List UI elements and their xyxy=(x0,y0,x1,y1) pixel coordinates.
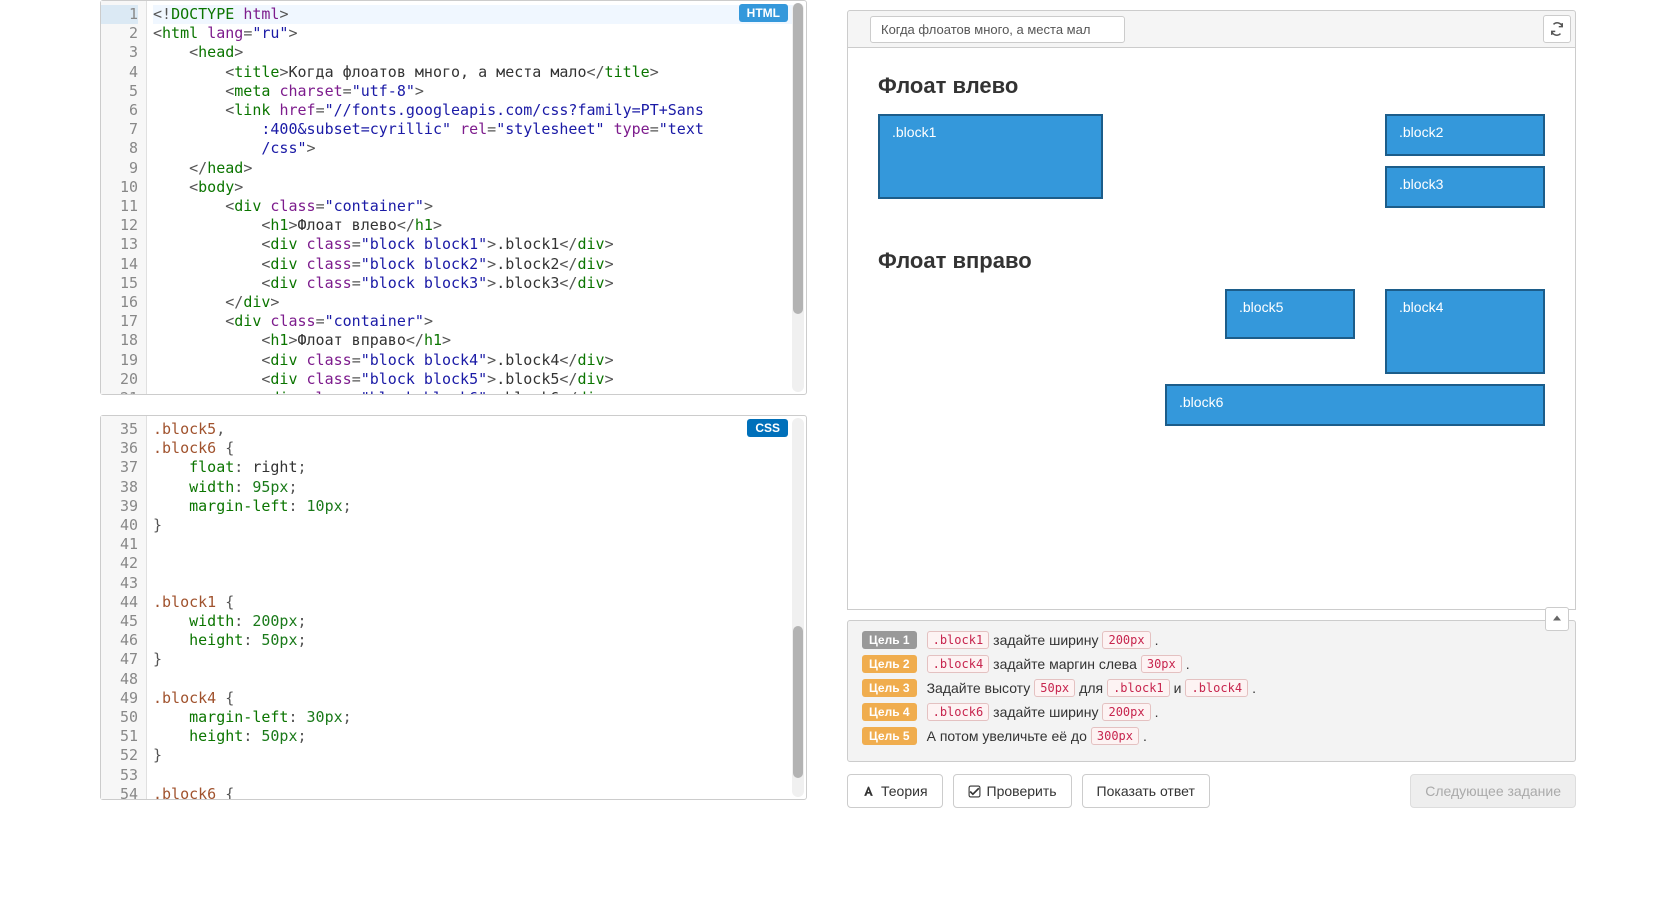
theory-label: Теория xyxy=(881,783,928,799)
code-chip: .block6 xyxy=(927,703,990,721)
preview-block5: .block5 xyxy=(1225,289,1355,339)
next-label: Следующее задание xyxy=(1425,783,1561,799)
css-code[interactable]: .block5,.block6 { float: right; width: 9… xyxy=(147,416,806,799)
goal-row: Цель 5А потом увеличьте её до 300px . xyxy=(862,727,1561,745)
preview-area: Флоат влево .block1 .block2 .block3 Флоа… xyxy=(847,48,1576,610)
refresh-icon xyxy=(1550,22,1564,36)
code-chip: 50px xyxy=(1034,679,1075,697)
theory-button[interactable]: Теория xyxy=(847,774,943,808)
check-icon xyxy=(968,785,981,798)
code-chip: .block1 xyxy=(927,631,990,649)
code-chip: 200px xyxy=(1102,703,1150,721)
preview-block2: .block2 xyxy=(1385,114,1545,156)
url-input[interactable] xyxy=(870,16,1125,43)
check-label: Проверить xyxy=(987,783,1057,799)
html-scrollbar[interactable] xyxy=(792,3,804,392)
font-icon xyxy=(862,785,875,798)
code-chip: 30px xyxy=(1141,655,1182,673)
action-bar: Теория Проверить Показать ответ Следующе… xyxy=(847,774,1576,808)
goal-row: Цель 2.block4 задайте маргин слева 30px … xyxy=(862,655,1561,673)
css-badge: CSS xyxy=(747,419,788,437)
code-chip: .block4 xyxy=(927,655,990,673)
show-answer-button[interactable]: Показать ответ xyxy=(1082,774,1210,808)
show-label: Показать ответ xyxy=(1097,783,1195,799)
preview-block4: .block4 xyxy=(1385,289,1545,374)
goal-badge: Цель 5 xyxy=(862,727,917,745)
code-chip: 200px xyxy=(1102,631,1150,649)
next-task-button[interactable]: Следующее задание xyxy=(1410,774,1576,808)
goal-badge: Цель 2 xyxy=(862,655,917,673)
goal-row: Цель 3Задайте высоту 50px для .block1 и … xyxy=(862,679,1561,697)
html-badge: HTML xyxy=(739,4,788,22)
css-gutter: 3536373839404142434445464748495051525354… xyxy=(101,416,147,799)
check-button[interactable]: Проверить xyxy=(953,774,1072,808)
goals-panel: Цель 1.block1 задайте ширину 200px .Цель… xyxy=(847,620,1576,762)
preview-block3: .block3 xyxy=(1385,166,1545,208)
code-chip: .block4 xyxy=(1185,679,1248,697)
goal-badge: Цель 3 xyxy=(862,679,917,697)
chevron-up-icon xyxy=(1551,613,1563,625)
browser-bar xyxy=(847,10,1576,48)
preview-h1-right: Флоат вправо xyxy=(878,248,1545,274)
html-editor[interactable]: HTML 12345678910111213141516171819202122… xyxy=(100,0,807,395)
css-editor[interactable]: CSS 353637383940414243444546474849505152… xyxy=(100,415,807,800)
code-chip: 300px xyxy=(1091,727,1139,745)
html-gutter: 12345678910111213141516171819202122 xyxy=(101,1,147,394)
css-scrollbar[interactable] xyxy=(792,418,804,797)
collapse-goals-button[interactable] xyxy=(1545,607,1569,631)
preview-block1: .block1 xyxy=(878,114,1103,199)
goal-badge: Цель 1 xyxy=(862,631,917,649)
code-chip: .block1 xyxy=(1107,679,1170,697)
preview-h1-left: Флоат влево xyxy=(878,73,1545,99)
refresh-button[interactable] xyxy=(1543,15,1571,43)
preview-block6: .block6 xyxy=(1165,384,1545,426)
goal-row: Цель 1.block1 задайте ширину 200px . xyxy=(862,631,1561,649)
goal-badge: Цель 4 xyxy=(862,703,917,721)
goal-row: Цель 4.block6 задайте ширину 200px . xyxy=(862,703,1561,721)
html-code[interactable]: <!DOCTYPE html><html lang="ru"> <head> <… xyxy=(147,1,806,394)
